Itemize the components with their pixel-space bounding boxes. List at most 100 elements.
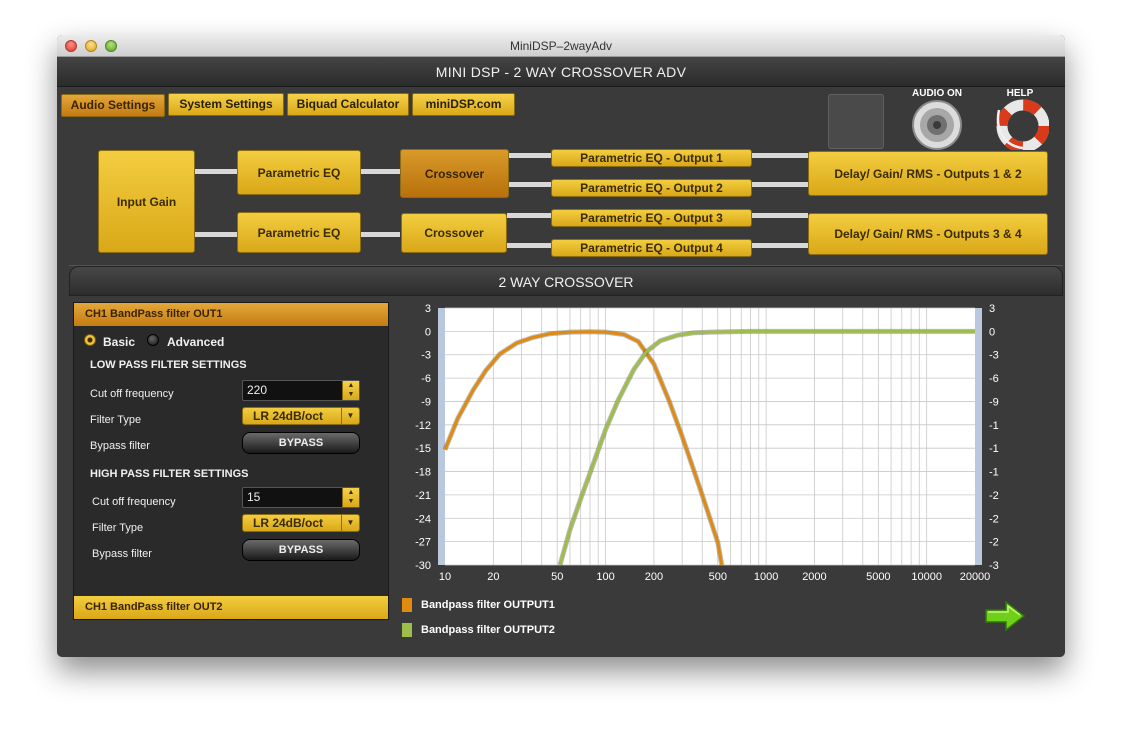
mode-basic-label: Basic — [103, 335, 136, 349]
hp-cutoff-label: Cut off frequency — [92, 496, 176, 508]
delay-gain-rms-outputs-3-4[interactable]: Delay/ Gain/ RMS - Outputs 3 & 4 — [808, 213, 1048, 255]
crossover-block-1[interactable]: Crossover — [400, 149, 509, 198]
hp-filter-type-value: LR 24dB/oct — [253, 516, 324, 530]
y-tick-label-left: 0 — [425, 326, 431, 338]
parametric-eq-block-2[interactable]: Parametric EQ — [237, 212, 361, 253]
wire — [195, 169, 237, 174]
arrow-right-icon[interactable] — [984, 600, 1028, 632]
delay-gain-rms-outputs-1-2[interactable]: Delay/ Gain/ RMS - Outputs 1 & 2 — [808, 151, 1048, 196]
wire — [507, 213, 551, 218]
status-indicator — [828, 94, 884, 149]
y-tick-label-left: -3 — [421, 350, 431, 362]
tab-minidsp-com[interactable]: miniDSP.com — [412, 93, 515, 116]
y-tick-label-right: -15 — [989, 443, 999, 455]
app-title: MINI DSP - 2 WAY CROSSOVER ADV — [435, 64, 687, 80]
y-tick-label-right: -27 — [989, 537, 999, 549]
y-tick-label-left: -12 — [415, 420, 431, 432]
parametric-eq-block-1[interactable]: Parametric EQ — [237, 150, 361, 195]
range-marker-high — [975, 308, 982, 565]
parametric-eq-output-1[interactable]: Parametric EQ - Output 1 — [551, 149, 752, 167]
y-tick-label-right: -3 — [989, 350, 999, 362]
wire — [752, 243, 808, 248]
hp-filter-type-select[interactable]: LR 24dB/oct ▼ — [242, 514, 360, 532]
wire — [509, 182, 551, 187]
app-window: MiniDSP–2wayAdv MINI DSP - 2 WAY CROSSOV… — [57, 35, 1065, 657]
wire — [752, 153, 808, 158]
y-tick-label-right: -12 — [989, 420, 999, 432]
chevron-down-icon: ▼ — [341, 515, 359, 531]
y-tick-label-right: -18 — [989, 467, 999, 479]
wire — [507, 243, 551, 248]
x-tick-label: 10000 — [911, 571, 942, 583]
parametric-eq-output-3[interactable]: Parametric EQ - Output 3 — [551, 209, 752, 227]
speaker-icon[interactable] — [911, 99, 963, 151]
tab-system-settings[interactable]: System Settings — [168, 93, 284, 116]
lp-cutoff-label: Cut off frequency — [90, 388, 174, 400]
parametric-eq-output-2[interactable]: Parametric EQ - Output 2 — [551, 179, 752, 197]
wire — [752, 213, 808, 218]
x-tick-label: 500 — [709, 571, 727, 583]
y-tick-label-right: 0 — [989, 326, 995, 338]
audio-on-label: AUDIO ON — [912, 88, 962, 99]
hp-bypass-button[interactable]: BYPASS — [242, 539, 360, 561]
mode-advanced-label: Advanced — [167, 335, 225, 349]
mode-basic-radio[interactable] — [84, 334, 96, 346]
tab-biquad-calculator[interactable]: Biquad Calculator — [287, 93, 409, 116]
hp-cutoff-input[interactable]: 15 ▲ ▼ — [242, 487, 360, 508]
wire — [195, 232, 237, 237]
y-tick-label-left: -27 — [415, 537, 431, 549]
x-tick-label: 5000 — [866, 571, 890, 583]
y-tick-label-right: 3 — [989, 303, 995, 315]
x-tick-label: 200 — [645, 571, 663, 583]
lp-bypass-button[interactable]: BYPASS — [242, 432, 360, 454]
x-tick-label: 10 — [439, 571, 451, 583]
x-tick-label: 50 — [551, 571, 563, 583]
crossover-block-2[interactable]: Crossover — [401, 213, 507, 253]
lp-cutoff-value: 220 — [247, 383, 268, 397]
wire — [509, 153, 551, 158]
ch1-out1-section[interactable]: CH1 BandPass filter OUT1 — [74, 303, 388, 326]
window-titlebar[interactable]: MiniDSP–2wayAdv — [57, 35, 1065, 57]
life-ring-icon[interactable] — [993, 98, 1049, 150]
y-tick-label-right: -21 — [989, 490, 999, 502]
legend-output1: Bandpass filter OUTPUT1 — [421, 599, 555, 611]
lp-filter-type-value: LR 24dB/oct — [253, 409, 324, 423]
filter-settings-pane: CH1 BandPass filter OUT1 Basic Advanced … — [73, 302, 389, 620]
lp-cutoff-input[interactable]: 220 ▲ ▼ — [242, 380, 360, 401]
x-tick-label: 1000 — [754, 571, 778, 583]
ch1-out2-section[interactable]: CH1 BandPass filter OUT2 — [74, 596, 388, 619]
chevron-down-icon: ▼ — [341, 408, 359, 424]
range-marker-low — [438, 308, 445, 565]
crossover-panel: 2 WAY CROSSOVER CH1 BandPass filter OUT1… — [69, 265, 1063, 657]
wire — [752, 182, 808, 187]
lp-filter-type-label: Filter Type — [90, 414, 142, 426]
high-pass-heading: HIGH PASS FILTER SETTINGS — [90, 468, 249, 480]
mode-advanced-radio[interactable] — [147, 334, 159, 346]
y-tick-label-left: -9 — [421, 396, 431, 408]
y-tick-label-left: -15 — [415, 443, 431, 455]
legend-output2: Bandpass filter OUTPUT2 — [421, 624, 555, 636]
low-pass-heading: LOW PASS FILTER SETTINGS — [90, 359, 247, 371]
tab-audio-settings[interactable]: Audio Settings — [61, 94, 165, 117]
frequency-response-chart: 3 3 0 0 -3 -3 -6 -6 -9 -9 -12 -12 -15 -15 -18 -18 -21 -21… — [415, 303, 999, 583]
hp-cutoff-value: 15 — [247, 490, 261, 504]
window-title: MiniDSP–2wayAdv — [509, 39, 613, 53]
y-tick-label-right: -6 — [989, 373, 999, 385]
x-tick-label: 2000 — [802, 571, 826, 583]
hp-cutoff-stepper-icon[interactable]: ▲ ▼ — [342, 488, 359, 507]
lp-cutoff-stepper-icon[interactable]: ▲ ▼ — [342, 381, 359, 400]
x-tick-label: 20000 — [960, 571, 991, 583]
y-tick-label-left: -30 — [415, 560, 431, 572]
legend-swatch-output1 — [402, 598, 412, 612]
panel-title: 2 WAY CROSSOVER — [498, 274, 634, 290]
input-gain-block[interactable]: Input Gain — [98, 150, 195, 253]
lp-bypass-label: Bypass filter — [90, 440, 150, 452]
panel-header: 2 WAY CROSSOVER — [69, 266, 1063, 296]
x-tick-label: 100 — [596, 571, 614, 583]
app-header: MINI DSP - 2 WAY CROSSOVER ADV — [57, 57, 1065, 87]
parametric-eq-output-4[interactable]: Parametric EQ - Output 4 — [551, 239, 752, 257]
y-tick-label-left: 3 — [425, 303, 431, 315]
y-tick-label-left: -21 — [415, 490, 431, 502]
hp-filter-type-label: Filter Type — [92, 522, 144, 534]
lp-filter-type-select[interactable]: LR 24dB/oct ▼ — [242, 407, 360, 425]
